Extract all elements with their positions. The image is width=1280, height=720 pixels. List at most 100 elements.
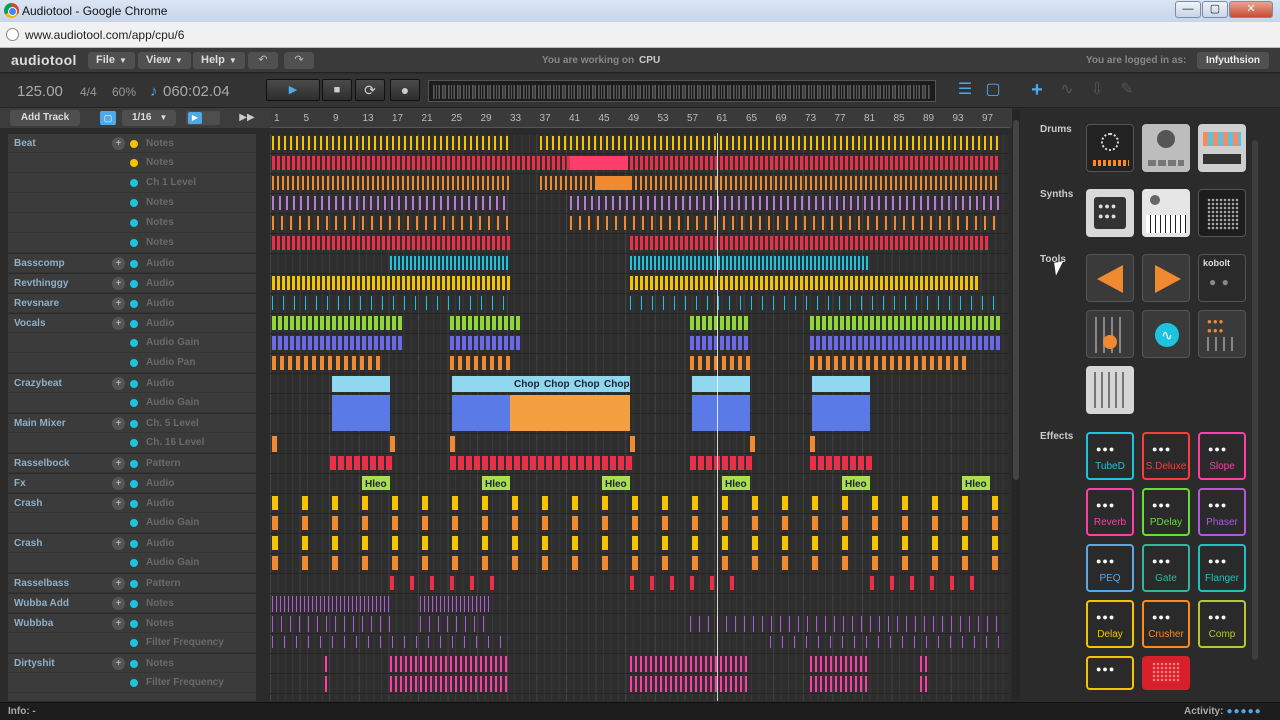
clip[interactable] [682,256,684,270]
clip[interactable] [960,176,962,190]
clip[interactable] [572,516,578,530]
clip[interactable] [489,196,491,210]
clip[interactable] [690,576,694,590]
clip[interactable] [440,676,442,692]
clip[interactable] [894,136,896,150]
clip[interactable] [292,176,294,190]
clip[interactable] [407,276,410,290]
add-track-button[interactable]: Add Track [10,110,80,126]
clip[interactable] [825,276,828,290]
clip[interactable] [745,676,747,692]
clip[interactable] [372,276,375,290]
clip[interactable] [890,156,893,170]
clip[interactable] [370,456,376,470]
track-name[interactable]: Beat [14,138,36,149]
clip[interactable] [362,216,364,230]
clip[interactable] [752,556,758,570]
clip[interactable] [810,316,814,330]
clip[interactable] [467,236,470,250]
clip[interactable] [338,456,344,470]
clip[interactable] [278,136,280,150]
clip[interactable] [542,516,548,530]
clip[interactable] [308,136,310,150]
clip[interactable] [906,336,910,350]
clip[interactable] [468,196,470,210]
clip[interactable] [880,156,883,170]
clip[interactable] [920,676,922,692]
clip[interactable] [690,456,696,470]
clip[interactable] [474,456,480,470]
clip[interactable] [750,276,753,290]
clip[interactable] [377,176,379,190]
clip[interactable] [984,216,986,230]
clip[interactable] [794,256,796,270]
clip[interactable] [850,356,854,370]
clip[interactable] [705,216,707,230]
clip[interactable] [332,496,338,510]
clip[interactable] [870,336,874,350]
clip[interactable] [630,676,632,692]
clip[interactable] [670,236,673,250]
clip[interactable] [738,336,742,350]
clip[interactable] [915,176,917,190]
clip[interactable] [984,316,988,330]
clip[interactable] [974,636,975,648]
clip[interactable] [969,196,971,210]
clip[interactable] [428,636,429,648]
clip[interactable] [327,236,330,250]
clip[interactable] [685,296,686,310]
clip[interactable] [414,256,416,270]
clip[interactable] [705,236,708,250]
clip[interactable] [948,196,950,210]
clip[interactable] [440,636,441,648]
clip[interactable] [669,216,671,230]
clip[interactable] [813,216,815,230]
clip[interactable] [710,236,713,250]
clip[interactable] [930,336,934,350]
clip[interactable] [564,136,566,150]
clip[interactable] [860,176,862,190]
clip[interactable] [975,276,978,290]
clip[interactable] [632,496,638,510]
clip[interactable] [906,356,910,370]
clip[interactable] [740,176,742,190]
clip[interactable] [460,596,461,612]
clip[interactable] [890,236,893,250]
effect-device[interactable]: ●●● Reverb [1086,488,1134,536]
track-row[interactable]: Notes [8,153,256,173]
clip[interactable] [416,136,418,150]
clip[interactable] [758,256,760,270]
clip[interactable] [432,236,435,250]
clip[interactable] [702,256,704,270]
clip[interactable] [425,216,427,230]
clip[interactable] [690,336,694,350]
clip[interactable] [822,196,824,210]
clip[interactable] [822,336,826,350]
clip[interactable] [920,236,923,250]
clip[interactable] [927,196,929,210]
clip[interactable] [296,136,298,150]
clip[interactable] [456,616,457,632]
clip[interactable] [746,456,752,470]
clip[interactable] [302,536,308,550]
clip[interactable] [750,216,752,230]
clip[interactable] [427,156,430,170]
clip[interactable] [328,356,332,370]
clip[interactable] [786,216,788,230]
clip[interactable] [705,276,708,290]
menu-file[interactable]: File ▼ [88,52,135,69]
clip[interactable] [642,216,644,230]
clip[interactable] [370,196,372,210]
clip[interactable] [462,256,464,270]
clip[interactable] [826,256,828,270]
clip[interactable] [980,236,983,250]
clip[interactable] [398,256,400,270]
clip[interactable] [655,236,658,250]
clip[interactable] [412,156,415,170]
clip[interactable] [899,196,901,210]
clip[interactable] [300,196,302,210]
clip[interactable] [752,536,758,550]
clip[interactable] [352,276,355,290]
clip[interactable] [605,196,607,210]
clip[interactable] [925,236,928,250]
